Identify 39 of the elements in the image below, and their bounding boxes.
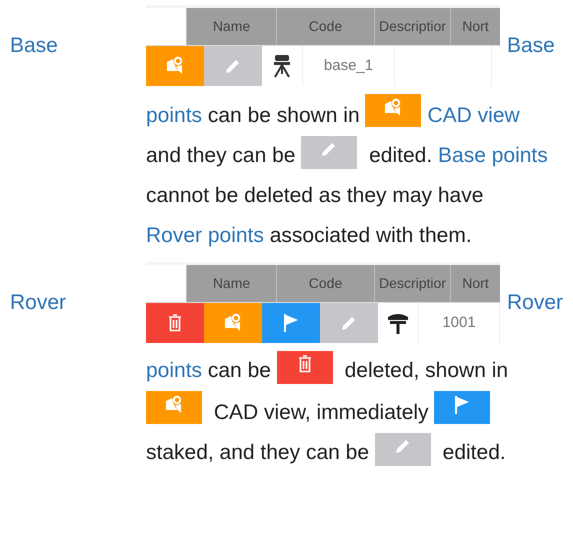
- table-cell-text: 1001: [442, 312, 476, 333]
- link[interactable]: Rover: [507, 290, 564, 314]
- flag-icon: [454, 395, 470, 415]
- term-label: Rover: [10, 290, 66, 314]
- column-header: Code: [276, 8, 374, 45]
- link[interactable]: points: [146, 104, 202, 127]
- term-label: Base: [10, 34, 58, 57]
- map-pin-icon: [164, 395, 184, 415]
- edit-button[interactable]: [204, 46, 262, 86]
- antenna-pole-icon: [387, 311, 409, 335]
- link[interactable]: Base: [507, 34, 555, 57]
- stake-button[interactable]: [262, 303, 320, 343]
- cad-view-button[interactable]: [204, 303, 262, 343]
- delete-button[interactable]: [146, 303, 204, 343]
- link[interactable]: Base points: [438, 144, 548, 167]
- cad-view-button[interactable]: [146, 46, 204, 86]
- link[interactable]: points: [146, 359, 202, 382]
- description-paragraph: points can be shown in CAD view and they can be edited. Base points cannot be deleted as they may have Rover points associated with them.: [146, 94, 558, 256]
- map-pin-icon: [223, 313, 243, 333]
- flag-icon: [283, 313, 299, 333]
- trash-icon: [298, 355, 312, 373]
- column-header: Name: [186, 265, 276, 302]
- column-header: Descriptior: [374, 8, 450, 45]
- link[interactable]: CAD view: [427, 104, 520, 127]
- edit-button[interactable]: [320, 303, 378, 343]
- pencil-icon: [394, 437, 412, 455]
- column-header: Nort: [450, 8, 500, 45]
- pencil-icon: [340, 314, 358, 332]
- column-header: Name: [186, 8, 276, 45]
- column-header: Nort: [450, 265, 500, 302]
- link[interactable]: Rover points: [146, 224, 264, 247]
- tripod-icon: [272, 54, 292, 78]
- table-cell-text: base_1: [324, 56, 374, 76]
- trash-icon: [168, 314, 182, 332]
- description-paragraph: points can be deleted, shown in CAD view, immediately staked, and they can be edited.: [146, 351, 558, 473]
- map-pin-icon: [165, 56, 185, 76]
- column-header: Code: [276, 265, 374, 302]
- column-header: Descriptior: [374, 265, 450, 302]
- pencil-icon: [224, 57, 242, 75]
